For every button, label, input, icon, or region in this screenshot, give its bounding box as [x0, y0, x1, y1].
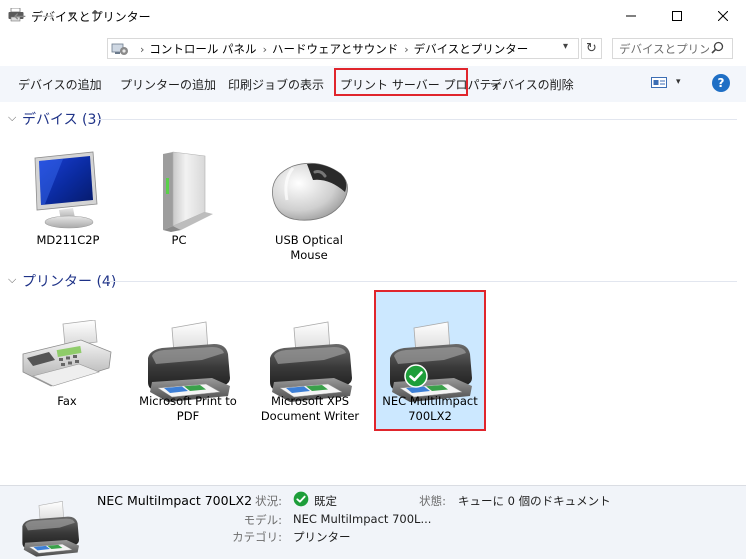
collapse-chevron-icon[interactable]: ⌵ — [8, 273, 16, 287]
change-view-button[interactable] — [651, 76, 667, 92]
chevron-down-icon: ▾ — [68, 11, 74, 21]
refresh-button[interactable]: ↻ — [581, 38, 602, 59]
control-panel-icon — [111, 41, 129, 57]
address-dropdown-button[interactable]: ▾ — [563, 41, 568, 52]
back-button[interactable]: ← — [9, 6, 31, 26]
device-item[interactable]: MD211C2P — [20, 146, 116, 264]
printers-group-header[interactable]: プリンター (4) — [22, 271, 116, 291]
search-placeholder: デバイスとプリン... — [619, 42, 709, 56]
add-device-button[interactable]: デバイスの追加 — [18, 76, 102, 93]
state-value: キューに 0 個のドキュメント — [458, 494, 611, 508]
maximize-button[interactable] — [654, 0, 700, 31]
back-arrow-icon: ← — [13, 7, 27, 25]
annotation-highlight-box — [374, 290, 486, 431]
category-value: プリンター — [293, 530, 351, 544]
category-label: カテゴリ: — [232, 530, 282, 544]
breadcrumb-separator[interactable]: › — [404, 43, 408, 56]
search-icon[interactable] — [711, 41, 724, 57]
printer-item-fax[interactable]: Fax — [19, 310, 115, 428]
device-item[interactable]: USB Optical Mouse — [261, 146, 357, 264]
model-value: NEC MultiImpact 700L... — [293, 512, 432, 526]
up-arrow-icon: ↑ — [88, 7, 102, 25]
breadcrumb-separator: › — [140, 42, 145, 56]
printer-item-xps[interactable]: Microsoft XPS Document Writer — [260, 310, 360, 428]
collapse-chevron-icon[interactable]: ⌵ — [8, 111, 16, 125]
state-label: 状態: — [419, 494, 446, 508]
annotation-highlight-box — [334, 68, 468, 96]
recent-locations-button[interactable]: ▾ — [64, 6, 78, 26]
status-value: 既定 — [314, 494, 337, 508]
device-label: PC — [171, 233, 187, 247]
chevron-down-icon: ▾ — [563, 41, 569, 52]
view-options-dropdown[interactable]: ▾ — [676, 77, 681, 87]
breadcrumb-hardware-sound[interactable]: ハードウェアとサウンド — [272, 41, 398, 57]
forward-button[interactable]: → — [37, 6, 59, 26]
help-icon[interactable]: ? — [712, 74, 730, 92]
add-printer-button[interactable]: プリンターの追加 — [120, 76, 216, 93]
mouse-icon — [272, 162, 348, 221]
printer-icon — [269, 321, 353, 403]
device-label: USB Optical Mouse — [275, 233, 343, 262]
breadcrumb-separator[interactable]: › — [263, 43, 267, 56]
pc-tower-icon — [163, 151, 213, 232]
group-divider — [106, 281, 737, 282]
breadcrumb: › コントロール パネル › ハードウェアとサウンド › デバイスとプリンター — [134, 41, 528, 57]
model-label: モデル: — [243, 513, 282, 527]
minimize-button[interactable] — [608, 0, 654, 31]
printer-icon — [147, 321, 231, 403]
devices-group-header[interactable]: デバイス (3) — [22, 109, 102, 129]
breadcrumb-devices-printers[interactable]: デバイスとプリンター — [414, 41, 529, 57]
group-divider — [97, 119, 737, 120]
device-item[interactable]: PC — [131, 146, 227, 264]
view-print-jobs-button[interactable]: 印刷ジョブの表示 — [228, 76, 324, 93]
breadcrumb-control-panel[interactable]: コントロール パネル — [149, 41, 256, 57]
up-button[interactable]: ↑ — [85, 6, 105, 26]
device-label: MD211C2P — [36, 233, 100, 247]
fax-icon — [22, 320, 112, 387]
printer-item-pdf[interactable]: Microsoft Print to PDF — [138, 310, 238, 428]
printer-label: Microsoft XPS Document Writer — [260, 394, 360, 423]
refresh-icon: ↻ — [586, 41, 597, 56]
close-button[interactable] — [700, 0, 746, 31]
printer-label: Fax — [57, 394, 77, 408]
status-label: 状況: — [255, 494, 282, 508]
remove-device-button[interactable]: デバイスの削除 — [490, 76, 574, 93]
view-icon — [651, 77, 667, 88]
forward-arrow-icon: → — [41, 7, 55, 25]
monitor-icon — [34, 151, 98, 229]
default-check-icon — [293, 491, 309, 507]
printer-icon — [22, 501, 80, 557]
printer-label: Microsoft Print to PDF — [139, 394, 237, 423]
